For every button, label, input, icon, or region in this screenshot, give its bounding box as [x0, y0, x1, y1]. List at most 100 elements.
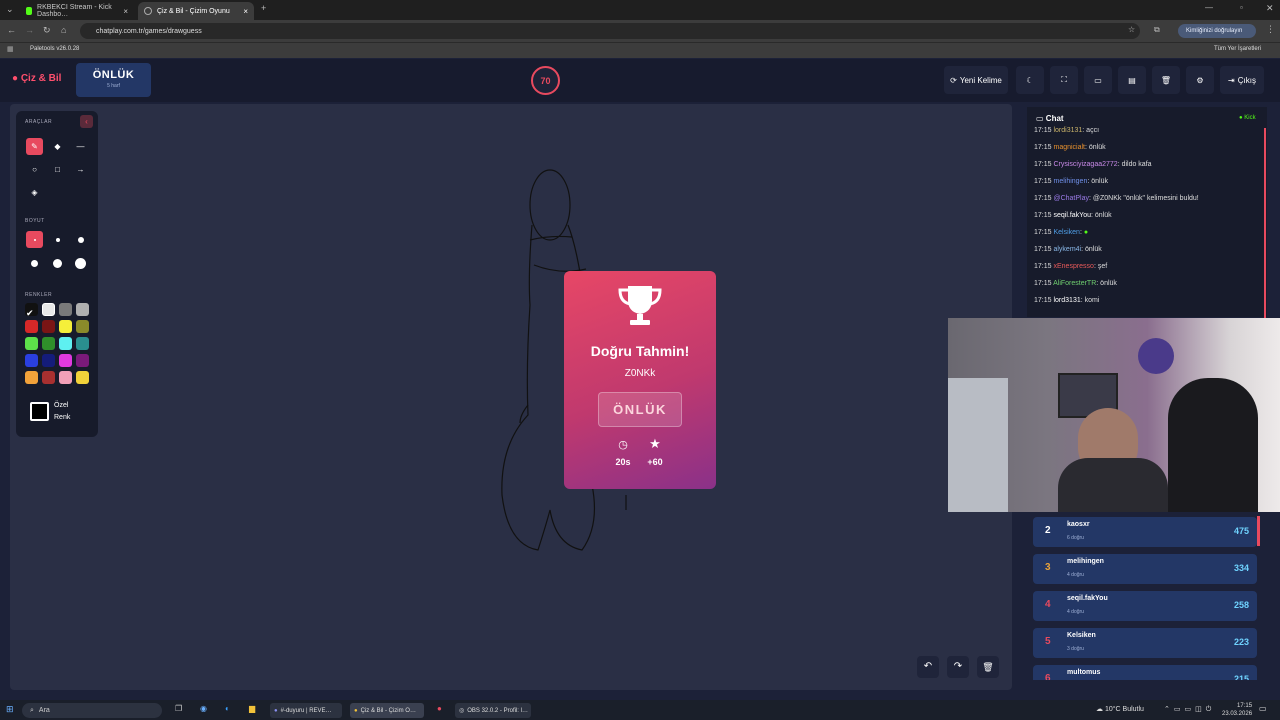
fullscreen-button[interactable]: ⛶: [1050, 66, 1078, 94]
copilot-icon[interactable]: ◉: [200, 704, 207, 713]
chat-username[interactable]: melihingen: [1053, 178, 1087, 185]
chat-username[interactable]: lord3131: [1053, 297, 1080, 304]
pencil-tool[interactable]: ✎: [26, 138, 43, 155]
color-swatch[interactable]: [42, 371, 55, 384]
windows-start-icon[interactable]: ⊞: [6, 704, 14, 715]
url-input[interactable]: chatplay.com.tr/games/drawguess: [80, 23, 1140, 39]
chat-username[interactable]: seqil.fakYou: [1053, 212, 1091, 219]
chat-username[interactable]: xEnespressо: [1053, 263, 1093, 270]
current-word-box: ÖNLÜK 5 harf: [76, 63, 151, 97]
color-swatch[interactable]: [25, 320, 38, 333]
maximize-icon[interactable]: ▫: [1240, 3, 1243, 12]
chat-username[interactable]: alykem4i: [1053, 246, 1081, 253]
settings-button[interactable]: ⚙: [1186, 66, 1214, 94]
leaderboard-scrollbar[interactable]: [1257, 516, 1260, 546]
custom-color-button[interactable]: [30, 402, 49, 421]
weather-widget[interactable]: ☁ 10°C Bulutlu: [1096, 705, 1144, 713]
new-tab-icon[interactable]: +: [261, 3, 266, 13]
taskbar-app-chrome[interactable]: ● Çiz & Bil - Çizim O…: [350, 703, 424, 718]
color-swatch[interactable]: [42, 303, 55, 316]
color-swatch[interactable]: [76, 320, 89, 333]
color-swatch[interactable]: [76, 337, 89, 350]
close-tab-icon[interactable]: ×: [123, 7, 128, 16]
chat-toggle-button[interactable]: ▭: [1084, 66, 1112, 94]
color-swatch[interactable]: [59, 371, 72, 384]
menu-icon[interactable]: ⋮: [1266, 24, 1275, 35]
color-swatch[interactable]: [59, 320, 72, 333]
taskbar-search[interactable]: ⌕ Ara: [22, 703, 162, 718]
color-swatch[interactable]: [59, 337, 72, 350]
circle-tool[interactable]: ○: [26, 161, 43, 178]
chat-username[interactable]: Crysisciyizagaa2772: [1053, 161, 1117, 168]
size-2[interactable]: [49, 231, 66, 248]
back-icon[interactable]: ←: [7, 25, 16, 35]
file-explorer-icon[interactable]: ▆: [249, 704, 255, 713]
tab-ciz-bil[interactable]: Çiz & Bil - Çizim Oyunu ×: [138, 2, 254, 20]
color-swatch[interactable]: [76, 371, 89, 384]
chat-username[interactable]: Kelsiken: [1053, 229, 1079, 236]
collapse-panel-button[interactable]: ‹: [80, 115, 93, 128]
apps-grid-icon[interactable]: ▦: [7, 45, 14, 53]
size-4[interactable]: [26, 255, 43, 272]
taskbar-app-obs[interactable]: ◎ OBS 32.0.2 - Profil: l…: [455, 703, 531, 718]
size-6[interactable]: [72, 255, 89, 272]
bookmark-paletools[interactable]: Paletools v26.0.28: [30, 46, 79, 52]
clock[interactable]: 17:15 23.03.2026: [1222, 702, 1252, 718]
taskbar-app-discord[interactable]: ● #-duyuru | REVE…: [270, 703, 342, 718]
color-swatch[interactable]: [25, 354, 38, 367]
rectangle-tool[interactable]: □: [49, 161, 66, 178]
clear-canvas-button[interactable]: 🗑: [977, 656, 999, 678]
redo-button[interactable]: ↷: [947, 656, 969, 678]
home-icon[interactable]: ⌂: [61, 25, 66, 35]
extensions-icon[interactable]: ⧉: [1154, 25, 1160, 35]
search-icon: ⌕: [30, 706, 34, 714]
all-bookmarks[interactable]: Tüm Yer İşaretleri: [1214, 46, 1261, 52]
arrow-tool[interactable]: →: [72, 161, 89, 178]
exit-button[interactable]: ⇥ Çıkış: [1220, 66, 1264, 94]
minimize-icon[interactable]: —: [1205, 3, 1213, 12]
color-swatch[interactable]: [76, 354, 89, 367]
forward-icon[interactable]: →: [25, 25, 34, 35]
chat-username[interactable]: AliForesterTR: [1053, 280, 1096, 287]
color-swatch[interactable]: [25, 337, 38, 350]
chat-scrollbar[interactable]: [1264, 128, 1266, 318]
color-swatch[interactable]: [25, 371, 38, 384]
color-swatch[interactable]: [59, 354, 72, 367]
archive-button[interactable]: ▤: [1118, 66, 1146, 94]
size-5[interactable]: [49, 255, 66, 272]
color-swatch[interactable]: [42, 320, 55, 333]
leaderboard-row[interactable]: 5 Kelsiken 3 doğru 223: [1033, 628, 1257, 658]
window-close-icon[interactable]: ✕: [1266, 3, 1274, 14]
tab-kick-dashboard[interactable]: RKBEKCI Stream - Kick Dashbo… ×: [20, 2, 134, 20]
task-view-icon[interactable]: ❐: [175, 704, 182, 713]
size-1[interactable]: [26, 231, 43, 248]
bookmark-star-icon[interactable]: ☆: [1128, 25, 1135, 34]
tab-list-icon[interactable]: ⌄: [6, 4, 14, 15]
fill-tool[interactable]: ◈: [26, 184, 43, 201]
size-3[interactable]: [72, 231, 89, 248]
chat-username[interactable]: lordi3131: [1053, 127, 1082, 134]
color-swatch[interactable]: [76, 303, 89, 316]
app-logo[interactable]: ● Çiz & Bil: [12, 73, 61, 84]
new-word-button[interactable]: ⟳ Yeni Kelime: [944, 66, 1008, 94]
eraser-tool[interactable]: ◆: [49, 138, 66, 155]
undo-button[interactable]: ↶: [917, 656, 939, 678]
edge-icon[interactable]: ◐: [225, 704, 230, 713]
leaderboard-row[interactable]: 3 melihingen 4 doğru 334: [1033, 554, 1257, 584]
line-tool[interactable]: —: [72, 138, 89, 155]
system-tray-icons[interactable]: ⌃▭▭◫⏻: [1164, 705, 1215, 714]
color-swatch[interactable]: [59, 303, 72, 316]
leaderboard-row[interactable]: 2 kaosxr 6 doğru 475: [1033, 517, 1257, 547]
leaderboard-row[interactable]: 4 seqil.fakYou 4 doğru 258: [1033, 591, 1257, 621]
dark-mode-button[interactable]: ☾: [1016, 66, 1044, 94]
notification-icon[interactable]: ▭: [1259, 704, 1267, 713]
app-red-icon[interactable]: ●: [437, 704, 442, 713]
clear-button[interactable]: 🗑: [1152, 66, 1180, 94]
close-tab-icon[interactable]: ×: [243, 7, 248, 16]
chat-username[interactable]: magnicialt: [1053, 144, 1085, 151]
profile-button[interactable]: Kimliğinizi doğrulayın: [1178, 24, 1256, 38]
reload-icon[interactable]: ↻: [43, 25, 51, 36]
color-swatch[interactable]: [42, 354, 55, 367]
chat-username[interactable]: @ChatPlay: [1053, 195, 1089, 202]
color-swatch[interactable]: [42, 337, 55, 350]
